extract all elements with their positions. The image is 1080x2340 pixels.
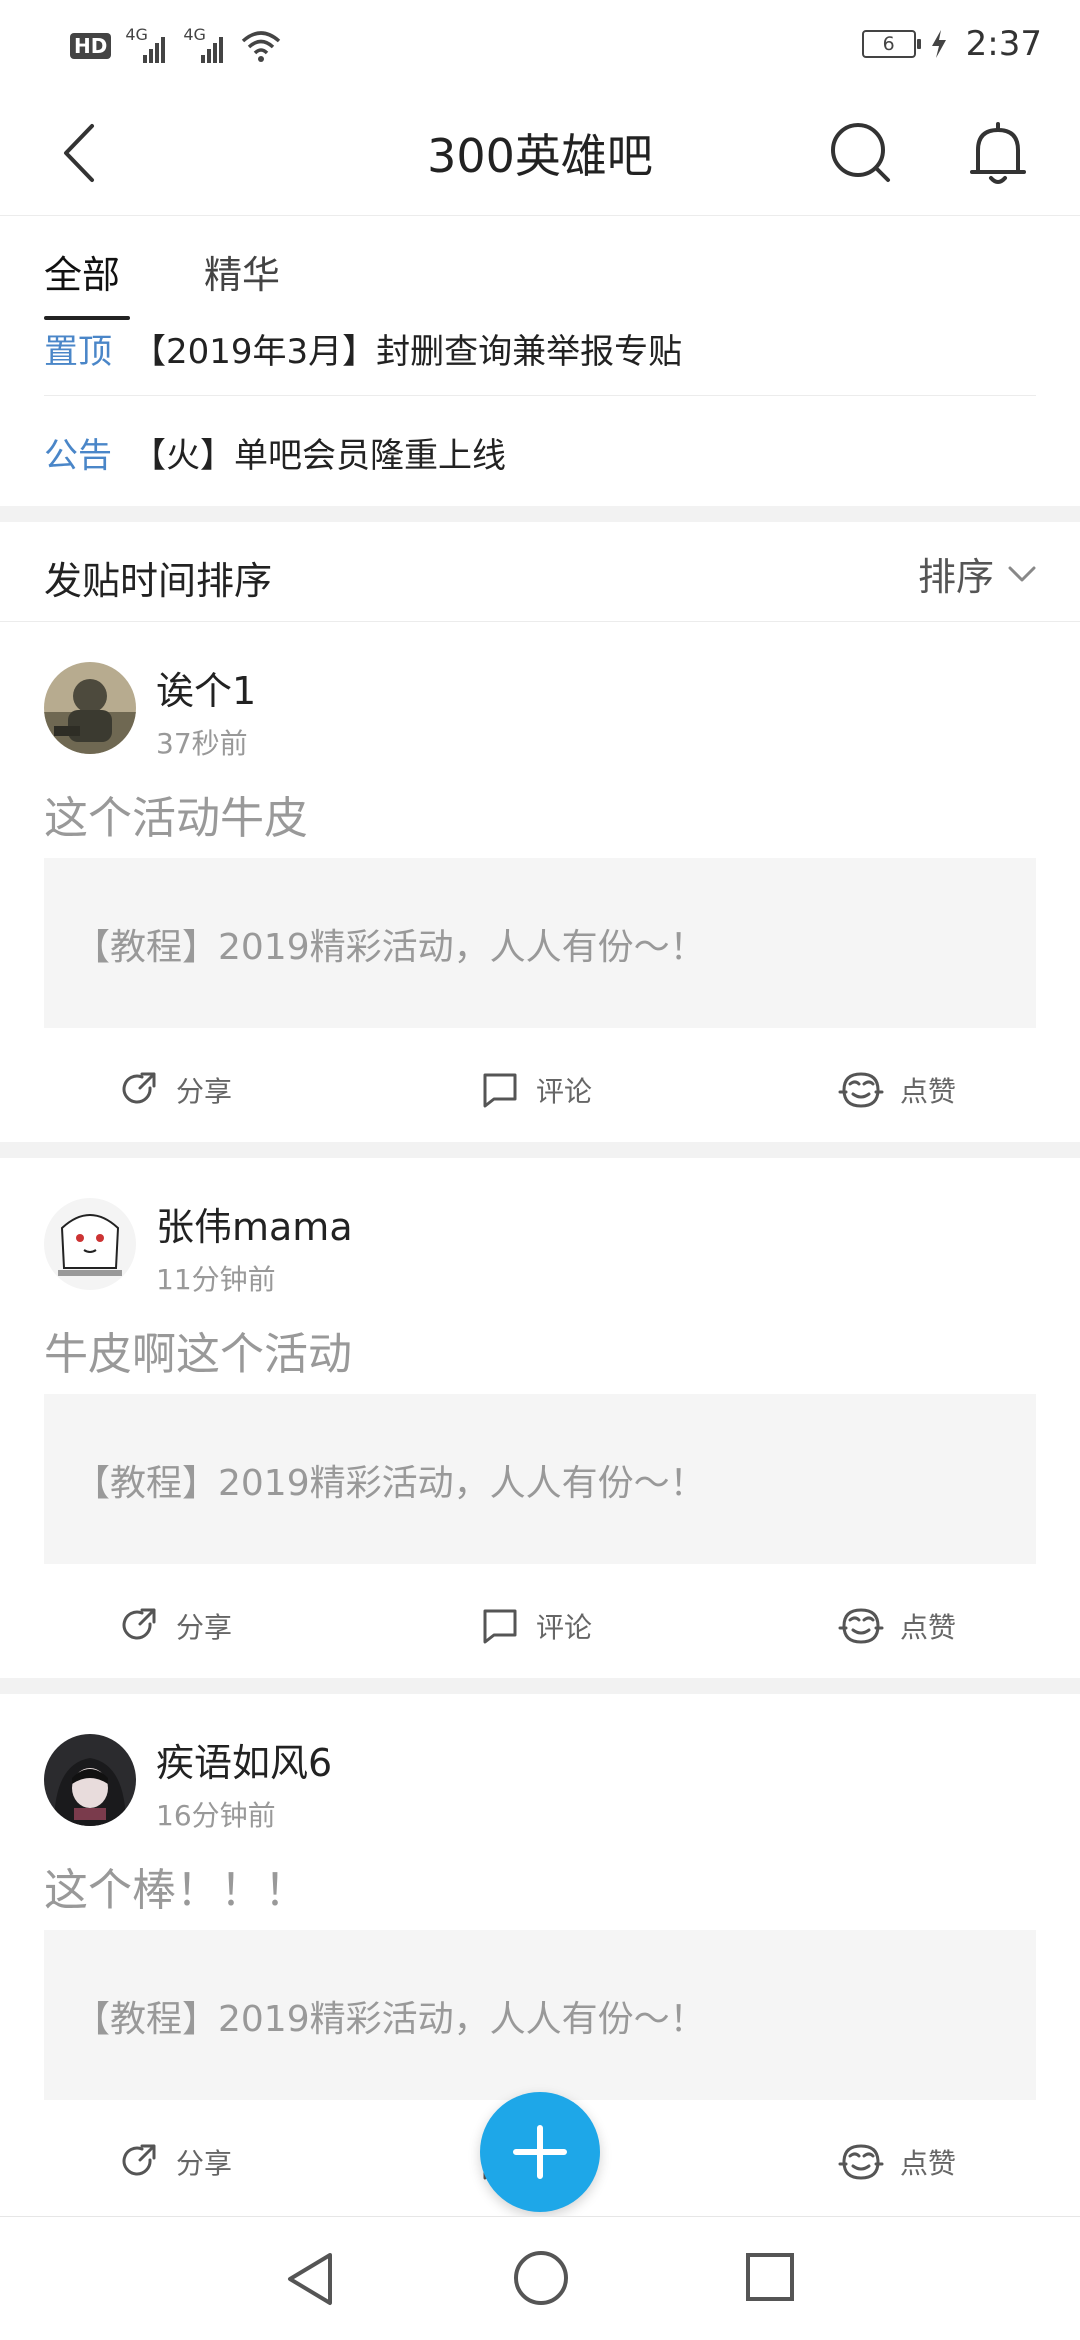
post-card[interactable]: 张伟mama 11分钟前 牛皮啊这个活动 【教程】2019精彩活动，人人有份～！… — [0, 1158, 1080, 1678]
section-divider — [0, 1142, 1080, 1158]
like-button[interactable]: 点赞 — [838, 1070, 956, 1110]
wifi-icon — [242, 31, 281, 62]
app-header: 300英雄吧 — [0, 90, 1080, 216]
announcement-tag: 公告 — [44, 435, 112, 476]
pin-tag: 置顶 — [44, 332, 112, 372]
like-face-icon — [838, 1072, 884, 1108]
post-actions: 分享 评论 点赞 — [0, 1578, 1080, 1678]
post-text: 这个棒！！！ — [44, 1865, 308, 1916]
network-type-label: 4G — [125, 25, 148, 44]
sort-button-label: 排序 — [917, 555, 994, 599]
notification-button[interactable] — [958, 114, 1038, 194]
like-face-icon — [838, 2144, 884, 2180]
comment-label: 评论 — [536, 1611, 593, 1644]
username[interactable]: 疾语如风6 — [156, 1732, 332, 1787]
post-time: 16分钟前 — [156, 1799, 276, 1832]
announcement-title: 【火】单吧会员隆重上线 — [132, 435, 506, 476]
chevron-down-icon — [1008, 566, 1036, 581]
nav-back-button[interactable] — [282, 2249, 338, 2309]
sort-button[interactable]: 排序 — [918, 546, 1036, 601]
username[interactable]: 张伟mama — [156, 1196, 353, 1251]
share-button[interactable]: 分享 — [120, 1606, 232, 1646]
avatar[interactable] — [44, 1198, 136, 1290]
status-right: 6 2:37 — [861, 22, 1042, 66]
tab-all[interactable]: 全部 — [44, 244, 120, 299]
share-label: 分享 — [176, 1075, 233, 1108]
comment-icon — [483, 1073, 517, 1108]
post-text: 牛皮啊这个活动 — [44, 1329, 352, 1380]
like-label: 点赞 — [900, 1075, 957, 1108]
battery-icon: 6 — [861, 30, 921, 58]
avatar[interactable] — [44, 662, 136, 754]
post-time: 37秒前 — [156, 727, 248, 760]
comment-button[interactable]: 评论 — [480, 1606, 592, 1646]
sort-bar: 发贴时间排序 排序 — [0, 522, 1080, 622]
search-button[interactable] — [822, 114, 902, 194]
signal-icon: 4G — [125, 25, 169, 63]
username[interactable]: 诶个1 — [156, 660, 256, 715]
share-label: 分享 — [176, 1611, 233, 1644]
nav-recents-button[interactable] — [744, 2251, 796, 2303]
share-button[interactable]: 分享 — [120, 2142, 232, 2182]
post-card[interactable]: 诶个1 37秒前 这个活动牛皮 【教程】2019精彩活动，人人有份～！ 分享 评… — [0, 622, 1080, 1142]
like-label: 点赞 — [900, 1611, 957, 1644]
status-bar: HD 4G 4G 6 2:37 — [0, 0, 1080, 90]
comment-label: 评论 — [536, 1075, 593, 1108]
network-type-label: 4G — [183, 25, 206, 44]
new-post-button[interactable] — [480, 2092, 600, 2212]
share-icon — [122, 1072, 156, 1104]
pin-title: 【2019年3月】封删查询兼举报专贴 — [132, 332, 683, 372]
square-recents-icon — [746, 2253, 794, 2301]
hd-badge: HD — [70, 33, 112, 59]
bell-icon — [970, 122, 1026, 184]
quoted-thread[interactable]: 【教程】2019精彩活动，人人有份～！ — [44, 858, 1036, 1028]
like-label: 点赞 — [900, 2147, 957, 2180]
post-time: 11分钟前 — [156, 1263, 276, 1296]
share-label: 分享 — [176, 2147, 233, 2180]
triangle-back-icon — [288, 2253, 332, 2305]
plus-icon — [513, 2125, 567, 2179]
clock: 2:37 — [965, 24, 1042, 64]
status-left: HD 4G 4G — [70, 25, 281, 66]
nav-home-button[interactable] — [512, 2249, 570, 2307]
post-actions: 分享 评论 点赞 — [0, 1042, 1080, 1142]
system-nav-bar — [0, 2216, 1080, 2340]
quoted-thread[interactable]: 【教程】2019精彩活动，人人有份～！ — [44, 1930, 1036, 2100]
like-button[interactable]: 点赞 — [838, 1606, 956, 1646]
announcement-item[interactable]: 公告 【火】单吧会员隆重上线 — [44, 410, 1036, 494]
share-button[interactable]: 分享 — [120, 1070, 232, 1110]
pinned-item[interactable]: 置顶 【2019年3月】封删查询兼举报专贴 — [44, 320, 1036, 396]
share-icon — [122, 1608, 156, 1640]
tab-bar: 全部 精华 — [0, 216, 1080, 320]
pinned-posts: 置顶 【2019年3月】封删查询兼举报专贴 公告 【火】单吧会员隆重上线 — [0, 320, 1080, 506]
page-title: 300英雄吧 — [427, 129, 653, 183]
avatar[interactable] — [44, 1734, 136, 1826]
battery-level: 6 — [882, 33, 895, 55]
quoted-thread-title: 【教程】2019精彩活动，人人有份～！ — [74, 927, 706, 968]
quoted-thread-title: 【教程】2019精彩活动，人人有份～！ — [74, 1999, 706, 2040]
sort-label: 发贴时间排序 — [44, 559, 273, 603]
section-divider — [0, 1678, 1080, 1694]
like-button[interactable]: 点赞 — [838, 2142, 956, 2182]
share-icon — [122, 2144, 156, 2176]
circle-home-icon — [514, 2251, 568, 2305]
comment-icon — [483, 1609, 517, 1644]
like-face-icon — [838, 1608, 884, 1644]
charging-icon — [931, 30, 946, 58]
post-text: 这个活动牛皮 — [44, 793, 308, 844]
quoted-thread[interactable]: 【教程】2019精彩活动，人人有份～！ — [44, 1394, 1036, 1564]
tab-elite[interactable]: 精华 — [204, 244, 280, 299]
quoted-thread-title: 【教程】2019精彩活动，人人有份～！ — [74, 1463, 706, 1504]
signal-icon: 4G — [183, 25, 227, 63]
search-icon — [831, 123, 890, 182]
section-divider — [0, 506, 1080, 522]
comment-button[interactable]: 评论 — [480, 1070, 592, 1110]
